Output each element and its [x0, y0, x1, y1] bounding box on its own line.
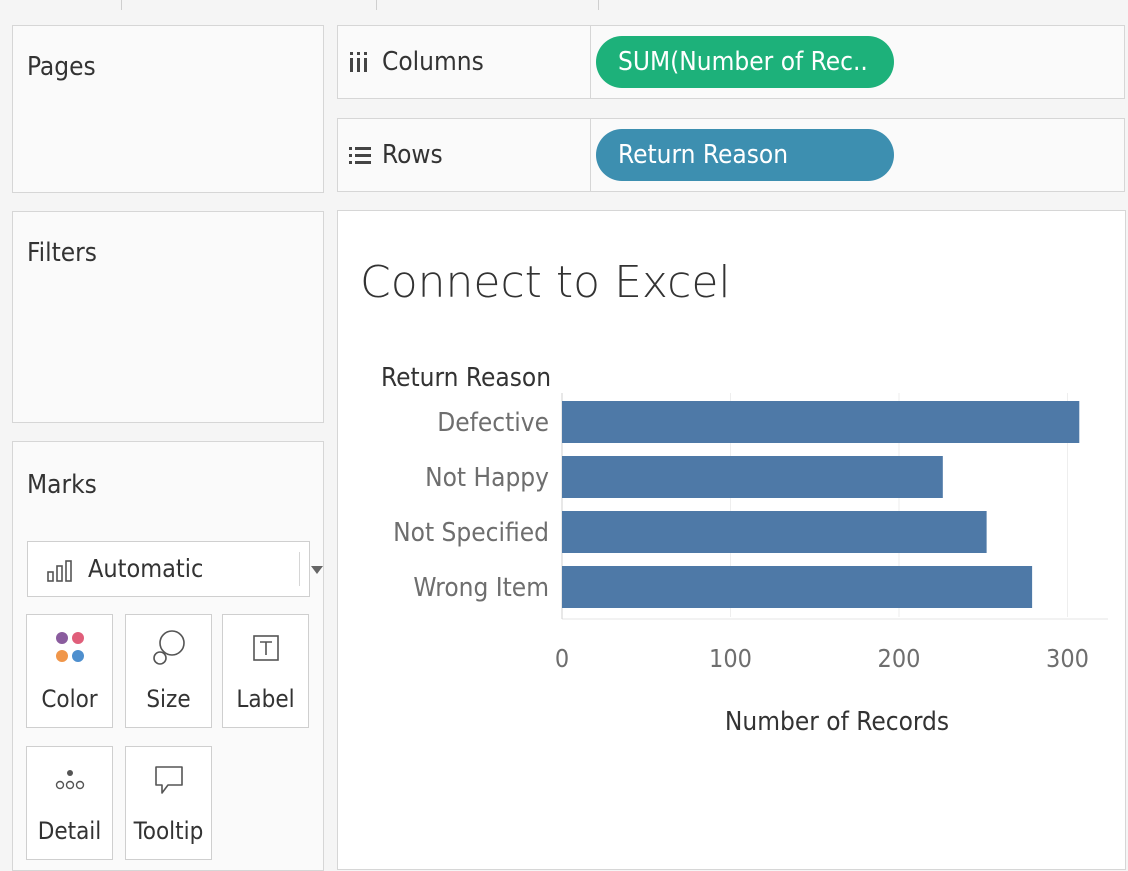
columns-pill[interactable]: SUM(Number of Rec.. [596, 36, 894, 88]
category-label: Wrong Item [413, 573, 549, 603]
filters-card[interactable]: Filters [12, 211, 324, 423]
rows-shelf[interactable]: Rows Return Reason [337, 118, 1125, 192]
bar [562, 401, 1080, 443]
label-label: Label [236, 685, 295, 713]
detail-button[interactable]: Detail [26, 746, 113, 860]
marks-title: Marks [27, 470, 97, 500]
strip-tick [376, 0, 377, 10]
label-button[interactable]: Label [222, 614, 309, 728]
chevron-down-icon[interactable] [311, 566, 323, 574]
detail-label: Detail [37, 817, 102, 845]
tooltip-icon [126, 759, 211, 801]
color-button[interactable]: Color [26, 614, 113, 728]
rows-label: Rows [382, 140, 443, 170]
rows-pill[interactable]: Return Reason [596, 129, 894, 181]
x-tick-label: 300 [1046, 644, 1089, 673]
x-tick-label: 200 [878, 644, 921, 673]
color-icon [27, 627, 112, 669]
strip-tick [598, 0, 599, 10]
text-label-icon [223, 627, 308, 669]
bar-chart-icon [46, 560, 74, 586]
bar-chart: Return Reason Defective Not Happy Not Speci… [381, 363, 1108, 737]
rows-shelf-label: Rows [348, 119, 590, 191]
pages-card[interactable]: Pages [12, 25, 324, 193]
shelf-divider [590, 119, 591, 191]
category-label: Not Specified [393, 518, 549, 548]
filters-title: Filters [27, 238, 97, 268]
bar [562, 511, 987, 553]
bar [562, 566, 1033, 608]
tooltip-label: Tooltip [133, 817, 204, 845]
size-label: Size [146, 685, 191, 713]
detail-icon [27, 759, 112, 801]
x-tick-label: 100 [709, 644, 752, 673]
x-axis-title: Number of Records [725, 707, 949, 737]
columns-label: Columns [382, 47, 484, 77]
category-label: Defective [437, 408, 549, 438]
color-label: Color [41, 685, 98, 713]
shelf-divider [590, 26, 591, 98]
dropdown-divider [299, 552, 300, 586]
strip-tick [121, 0, 122, 10]
columns-icon [348, 51, 382, 73]
row-header-label: Return Reason [381, 363, 551, 393]
viz-canvas: Connect to Excel Return Reason Defective N… [337, 210, 1126, 870]
size-icon [126, 627, 211, 669]
columns-shelf[interactable]: Columns SUM(Number of Rec.. [337, 25, 1125, 99]
bar [562, 456, 943, 498]
tooltip-button[interactable]: Tooltip [125, 746, 212, 860]
category-label: Not Happy [425, 463, 549, 493]
mark-type-value: Automatic [88, 554, 204, 583]
x-tick-label: 0 [555, 644, 569, 673]
rows-icon [348, 145, 382, 165]
size-button[interactable]: Size [125, 614, 212, 728]
columns-shelf-label: Columns [348, 26, 590, 98]
pages-title: Pages [27, 52, 96, 82]
mark-type-dropdown[interactable]: Automatic [27, 541, 323, 597]
top-strip [0, 0, 1128, 10]
